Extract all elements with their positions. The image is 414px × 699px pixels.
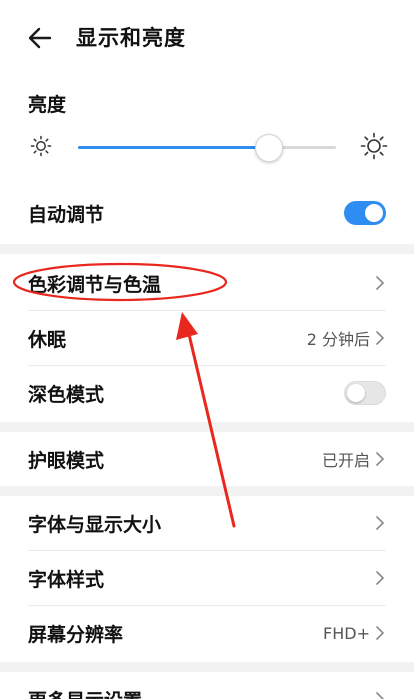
chevron-right-icon xyxy=(376,331,384,345)
auto-adjust-label: 自动调节 xyxy=(28,203,105,226)
screen-resolution-label: 屏幕分辨率 xyxy=(28,623,124,646)
eye-comfort-row[interactable]: 护眼模式 已开启 xyxy=(0,432,414,486)
screen-resolution-value: FHD+ xyxy=(323,623,370,643)
top-bar: 显示和亮度 xyxy=(0,0,414,74)
brightness-track[interactable] xyxy=(78,146,336,149)
brightness-slider-row xyxy=(0,126,414,170)
font-style-label: 字体样式 xyxy=(28,568,105,591)
color-temperature-label: 色彩调节与色温 xyxy=(28,273,162,296)
dark-mode-row[interactable]: 深色模式 xyxy=(0,366,414,420)
color-temperature-row[interactable]: 色彩调节与色温 xyxy=(0,256,414,310)
more-display-settings-label: 更多显示设置 xyxy=(28,686,142,699)
chevron-right-icon xyxy=(376,692,384,699)
auto-adjust-row[interactable]: 自动调节 xyxy=(0,190,414,236)
section-gap xyxy=(0,662,414,672)
chevron-right-icon xyxy=(376,452,384,466)
chevron-right-icon xyxy=(376,276,384,290)
brightness-low-icon xyxy=(30,135,52,157)
chevron-right-icon xyxy=(376,626,384,640)
brightness-high-icon xyxy=(360,132,388,160)
brightness-label: 亮度 xyxy=(28,94,67,116)
more-display-settings-row[interactable]: 更多显示设置 xyxy=(0,672,414,699)
eye-comfort-label: 护眼模式 xyxy=(28,449,105,472)
sleep-row[interactable]: 休眠 2 分钟后 xyxy=(0,311,414,365)
brightness-track-fill xyxy=(78,146,269,149)
toggle-knob xyxy=(347,384,365,402)
page-title: 显示和亮度 xyxy=(76,26,186,50)
font-display-size-row[interactable]: 字体与显示大小 xyxy=(0,496,414,550)
section-gap xyxy=(0,244,414,254)
dark-mode-toggle[interactable] xyxy=(344,381,386,405)
auto-adjust-toggle[interactable] xyxy=(344,201,386,225)
eye-comfort-value: 已开启 xyxy=(321,451,370,470)
section-gap xyxy=(0,486,414,496)
font-style-row[interactable]: 字体样式 xyxy=(0,551,414,605)
sleep-label: 休眠 xyxy=(28,328,67,351)
dark-mode-label: 深色模式 xyxy=(28,383,105,406)
chevron-right-icon xyxy=(376,571,384,585)
sleep-value: 2 分钟后 xyxy=(306,330,370,349)
brightness-slider-thumb[interactable] xyxy=(254,134,283,162)
toggle-knob xyxy=(365,204,383,222)
font-display-size-label: 字体与显示大小 xyxy=(28,513,162,536)
chevron-right-icon xyxy=(376,516,384,530)
screen-resolution-row[interactable]: 屏幕分辨率 FHD+ xyxy=(0,606,414,660)
back-arrow-icon[interactable] xyxy=(26,24,54,52)
section-gap xyxy=(0,422,414,432)
